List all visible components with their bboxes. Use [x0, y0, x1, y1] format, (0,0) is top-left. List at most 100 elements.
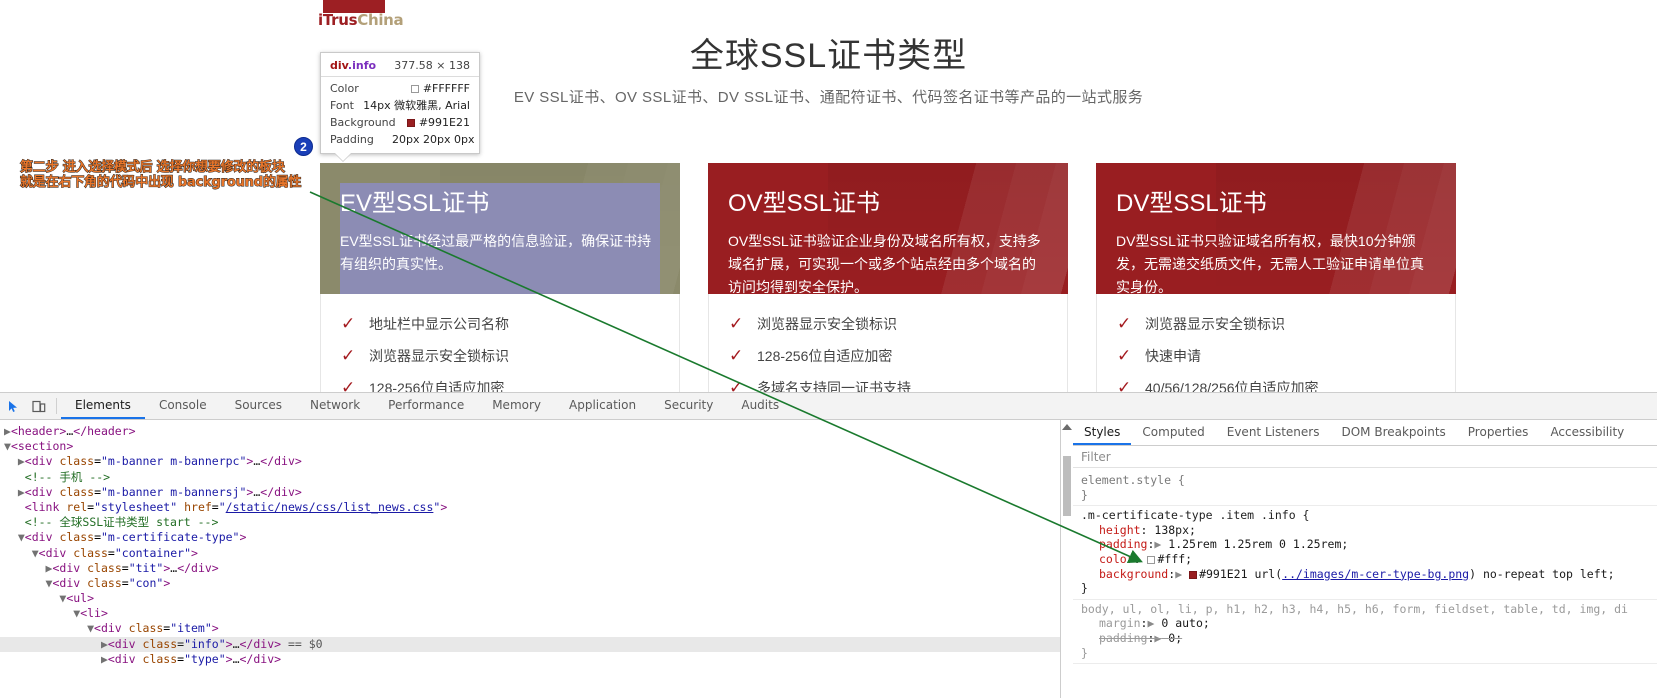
css-property-value[interactable]: 1.25rem 1.25rem 0 1.25rem; [1168, 537, 1348, 551]
css-rule-info[interactable]: .m-certificate-type .item .info { height… [1073, 506, 1657, 600]
css-background-image-link[interactable]: ../images/m-cer-type-bg.png [1282, 567, 1469, 581]
tab-event-listeners[interactable]: Event Listeners [1216, 420, 1331, 445]
tab-dom-breakpoints[interactable]: DOM Breakpoints [1330, 420, 1456, 445]
feature-item: ✓ 快速申请 [1117, 340, 1435, 372]
color-swatch-icon [406, 119, 415, 127]
tab-properties[interactable]: Properties [1457, 420, 1540, 445]
dom-node[interactable]: ▶<header>…</header> [0, 424, 1060, 439]
dom-node[interactable]: ▶<div class="m-banner m-bannerpc">…</div… [0, 454, 1060, 469]
dom-node[interactable]: ▼<div class="con"> [0, 576, 1060, 591]
card-info-ev[interactable]: EV型SSL证书 EV型SSL证书经过最严格的信息验证，确保证书持有组织的真实性… [320, 163, 680, 294]
tab-elements[interactable]: Elements [61, 393, 145, 419]
dom-node[interactable]: ▶<div class="type">…</div> [0, 652, 1060, 667]
css-property-value[interactable]: 138px; [1154, 523, 1196, 537]
check-icon: ✓ [1117, 378, 1132, 392]
css-property-value[interactable]: #991E21 url(../images/m-cer-type-bg.png)… [1199, 567, 1614, 581]
check-icon: ✓ [341, 346, 356, 365]
card-desc-dv: DV型SSL证书只验证域名所有权，最快10分钟颁发，无需递交纸质文件，无需人工验… [1116, 233, 1424, 294]
css-declaration-padding-overridden[interactable]: padding:▶ 0; [1081, 631, 1657, 646]
devtools-body: ▶<header>…</header> ▼<section> ▶<div cla… [0, 420, 1657, 698]
css-property-name: padding [1099, 537, 1148, 552]
styles-tab-bar: Styles Computed Event Listeners DOM Brea… [1073, 420, 1657, 446]
css-declaration-color[interactable]: color: #fff; [1081, 552, 1657, 567]
css-selector: .m-certificate-type .item .info { [1081, 508, 1310, 523]
check-icon: ✓ [1117, 346, 1132, 365]
dom-node[interactable]: ▼<section> [0, 439, 1060, 454]
tooltip-dimensions: 377.58 × 138 [394, 59, 470, 72]
inspect-element-icon[interactable] [0, 393, 26, 419]
css-property-name: background [1099, 566, 1169, 581]
dom-node[interactable]: ▼<li> [0, 606, 1060, 621]
toggle-device-toolbar-icon[interactable] [26, 393, 52, 419]
css-rule-close: } [1081, 645, 1088, 660]
css-property-name: color [1099, 551, 1134, 566]
tooltip-header: div.info 377.58 × 138 [321, 59, 479, 77]
card-title-dv: DV型SSL证书 [1116, 190, 1267, 217]
dom-node[interactable]: ▼<div class="item"> [0, 621, 1060, 636]
styles-filter-input[interactable]: Filter [1073, 446, 1657, 468]
card-title-ev: EV型SSL证书 [340, 190, 490, 217]
styles-pane: Styles Computed Event Listeners DOM Brea… [1061, 420, 1657, 698]
dom-node[interactable]: ▼<div class="container"> [0, 546, 1060, 561]
logo-text-primary: iTrus [318, 11, 358, 29]
feature-item: ✓ 128-256位自适应加密 [341, 372, 659, 392]
tab-console[interactable]: Console [145, 393, 221, 419]
css-rule-element-style[interactable]: element.style { } [1073, 471, 1657, 507]
styles-scrollbar[interactable] [1061, 420, 1073, 698]
css-declaration-padding[interactable]: padding:▶ 1.25rem 1.25rem 0 1.25rem; [1081, 537, 1657, 552]
tab-application[interactable]: Application [555, 393, 650, 419]
card-features-dv: ✓ 浏览器显示安全锁标识 ✓ 快速申请 ✓ 40/56/128/256位自适应加… [1096, 294, 1456, 392]
tooltip-value: 20px 20px 0px [392, 133, 475, 146]
css-property-value[interactable]: 0 auto; [1161, 616, 1209, 630]
itruschina-logo[interactable]: iTrusChina [318, 0, 404, 30]
card-info-dv[interactable]: DV型SSL证书 DV型SSL证书只验证域名所有权，最快10分钟颁发，无需递交纸… [1096, 163, 1456, 294]
dom-node[interactable]: <link rel="stylesheet" href="/static/new… [0, 500, 1060, 515]
dom-node[interactable]: ▶<div class="m-banner m-bannersj">…</div… [0, 485, 1060, 500]
tooltip-value-text: #FFFFFF [422, 82, 470, 95]
css-declaration-margin[interactable]: margin:▶ 0 auto; [1081, 616, 1657, 631]
css-declaration-height[interactable]: height: 138px; [1081, 523, 1657, 538]
css-property-value[interactable]: #fff; [1157, 552, 1192, 566]
dom-tree-pane[interactable]: ▶<header>…</header> ▼<section> ▶<div cla… [0, 420, 1060, 698]
dom-node[interactable]: ▼<div class="m-certificate-type"> [0, 530, 1060, 545]
page-subtitle: EV SSL证书、OV SSL证书、DV SSL证书、通配符证书、代码签名证书等… [513, 89, 1144, 106]
dom-node-comment[interactable]: <!-- 手机 --> [0, 470, 1060, 485]
check-icon: ✓ [341, 314, 356, 333]
css-property-value[interactable]: 0; [1168, 631, 1182, 645]
step-badge-2: 2 [294, 137, 313, 156]
certificate-card-ov[interactable]: OV型SSL证书 OV型SSL证书验证企业身份及域名所有权，支持多域名扩展，可实… [708, 163, 1068, 392]
tab-sources[interactable]: Sources [221, 393, 296, 419]
tab-styles[interactable]: Styles [1073, 420, 1132, 445]
css-rules-list: element.style { } .m-certificate-type .i… [1073, 468, 1657, 698]
card-desc-ov: OV型SSL证书验证企业身份及域名所有权，支持多域名扩展，可实现一个或多个站点经… [728, 233, 1041, 294]
page-title: 全球SSL证书类型 [689, 37, 968, 75]
feature-item: ✓ 浏览器显示安全锁标识 [729, 308, 1047, 340]
dom-node[interactable]: ▼<ul> [0, 591, 1060, 606]
scroll-up-icon[interactable] [1062, 424, 1072, 430]
tab-network[interactable]: Network [296, 393, 374, 419]
devtools-panel: Elements Console Sources Network Perform… [0, 392, 1657, 698]
color-swatch-icon[interactable] [1147, 555, 1156, 564]
color-swatch-icon[interactable] [1189, 570, 1198, 579]
logo-wordmark: iTrusChina [318, 11, 404, 29]
card-info-ov[interactable]: OV型SSL证书 OV型SSL证书验证企业身份及域名所有权，支持多域名扩展，可实… [708, 163, 1068, 294]
css-property-name: margin [1099, 616, 1141, 631]
certificate-card-ev[interactable]: EV型SSL证书 EV型SSL证书经过最严格的信息验证，确保证书持有组织的真实性… [320, 163, 680, 392]
scrollbar-thumb[interactable] [1063, 456, 1071, 516]
dom-node-selected[interactable]: ▶<div class="info">…</div> == $0 [0, 636, 1060, 652]
tab-audits[interactable]: Audits [727, 393, 793, 419]
tab-security[interactable]: Security [650, 393, 727, 419]
css-rule-reset[interactable]: body, ul, ol, li, p, h1, h2, h3, h4, h5,… [1073, 600, 1657, 665]
tab-accessibility[interactable]: Accessibility [1539, 420, 1635, 445]
feature-item: ✓ 浏览器显示安全锁标识 [341, 340, 659, 372]
css-declaration-background[interactable]: background:▶ #991E21 url(../images/m-cer… [1081, 567, 1657, 582]
tooltip-value: 14px 微软雅黑, Arial [363, 99, 470, 112]
tab-memory[interactable]: Memory [478, 393, 555, 419]
tab-performance[interactable]: Performance [374, 393, 478, 419]
feature-label: 浏览器显示安全锁标识 [369, 348, 509, 364]
feature-label: 浏览器显示安全锁标识 [757, 316, 897, 332]
certificate-card-dv[interactable]: DV型SSL证书 DV型SSL证书只验证域名所有权，最快10分钟颁发，无需递交纸… [1096, 163, 1456, 392]
dom-node-comment[interactable]: <!-- 全球SSL证书类型 start --> [0, 515, 1060, 530]
dom-node[interactable]: ▶<div class="tit">…</div> [0, 561, 1060, 576]
tab-computed[interactable]: Computed [1131, 420, 1215, 445]
